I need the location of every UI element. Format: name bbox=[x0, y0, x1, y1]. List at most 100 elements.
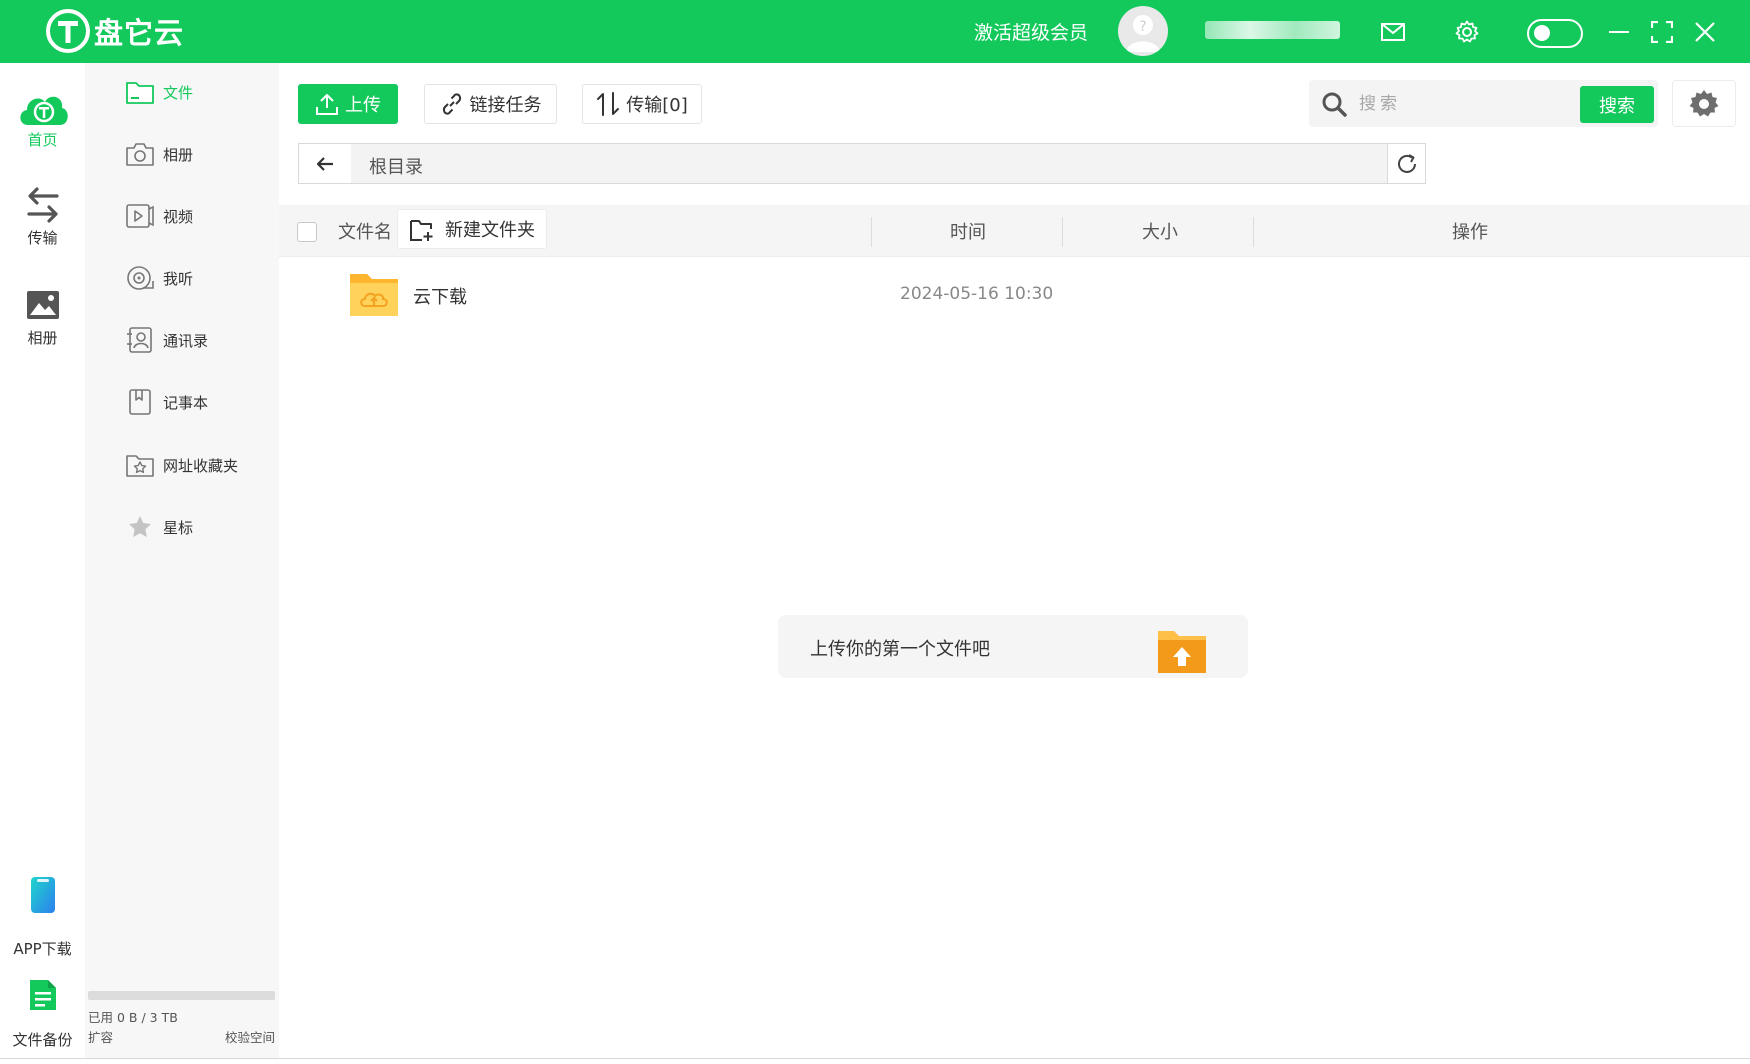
column-header-size[interactable]: 大小 bbox=[1142, 218, 1178, 244]
picture-icon bbox=[26, 291, 59, 319]
rail-label: 首页 bbox=[27, 131, 58, 149]
rail-item-file-backup[interactable]: 文件备份 bbox=[0, 973, 85, 1050]
column-header-time[interactable]: 时间 bbox=[950, 218, 986, 244]
sidebar-item-bookmarks[interactable]: 网址收藏夹 bbox=[125, 450, 238, 480]
new-folder-label: 新建文件夹 bbox=[445, 220, 535, 241]
search-icon bbox=[1322, 92, 1347, 117]
cloud-home-icon bbox=[19, 96, 68, 125]
sidebar-item-starred[interactable]: 星标 bbox=[125, 512, 193, 542]
select-all-checkbox[interactable] bbox=[297, 222, 317, 242]
bookmark-folder-icon bbox=[126, 455, 154, 477]
back-button[interactable] bbox=[299, 144, 351, 183]
view-settings-button[interactable] bbox=[1672, 80, 1736, 127]
sidebar-item-album[interactable]: 相册 bbox=[125, 139, 193, 169]
username-blurred bbox=[1205, 21, 1340, 39]
activate-vip-link[interactable]: 激活超级会员 bbox=[974, 18, 1088, 45]
audio-icon bbox=[127, 266, 154, 290]
file-table-header: 文件名 新建文件夹 时间 大小 操作 bbox=[279, 205, 1750, 257]
sidebar-item-label: 视频 bbox=[163, 207, 194, 226]
document-icon bbox=[29, 980, 56, 1010]
close-button[interactable] bbox=[1690, 17, 1720, 47]
file-name[interactable]: 云下载 bbox=[413, 283, 467, 309]
notebook-icon bbox=[129, 389, 151, 415]
upload-button[interactable]: 上传 bbox=[298, 84, 398, 124]
sidebar-item-notebook[interactable]: 记事本 bbox=[125, 387, 208, 417]
new-folder-icon bbox=[410, 220, 433, 241]
fullscreen-icon bbox=[1651, 21, 1673, 43]
new-folder-button[interactable]: 新建文件夹 bbox=[397, 209, 547, 249]
left-rail: 首页 传输 相册 APP下载 文件备份 bbox=[0, 63, 85, 1059]
sidebar-item-label: 网址收藏夹 bbox=[163, 456, 239, 475]
sidebar-item-label: 通讯录 bbox=[163, 331, 209, 350]
transfer-button[interactable]: 传输[0] bbox=[582, 84, 702, 124]
file-time: 2024-05-16 10:30 bbox=[900, 284, 1054, 304]
rail-item-transfer[interactable]: 传输 bbox=[0, 183, 85, 248]
upload-icon bbox=[316, 94, 338, 115]
logo-icon bbox=[46, 9, 90, 53]
column-divider bbox=[1253, 217, 1254, 247]
rail-item-album[interactable]: 相册 bbox=[0, 283, 85, 348]
sidebar-item-audio[interactable]: 我听 bbox=[125, 263, 193, 293]
sidebar-item-video[interactable]: 视频 bbox=[125, 201, 193, 231]
cloud-folder-icon bbox=[350, 274, 398, 316]
expand-storage-link[interactable]: 扩容 bbox=[88, 1027, 113, 1046]
link-task-label: 链接任务 bbox=[469, 95, 542, 116]
search-input[interactable] bbox=[1359, 89, 1579, 119]
contact-icon bbox=[127, 327, 152, 353]
column-header-name[interactable]: 文件名 bbox=[338, 218, 392, 244]
sidebar-item-label: 记事本 bbox=[163, 393, 209, 412]
rail-label: 文件备份 bbox=[12, 1031, 73, 1049]
link-task-button[interactable]: 链接任务 bbox=[424, 84, 557, 124]
minimize-button[interactable] bbox=[1604, 17, 1634, 47]
theme-toggle[interactable] bbox=[1527, 19, 1583, 48]
avatar[interactable]: ? bbox=[1118, 6, 1168, 56]
column-divider bbox=[1062, 217, 1063, 247]
link-icon bbox=[442, 93, 461, 115]
rail-label: 相册 bbox=[27, 329, 58, 347]
transfer-arrows-icon bbox=[26, 187, 59, 223]
maximize-button[interactable] bbox=[1647, 17, 1677, 47]
video-icon bbox=[126, 204, 154, 228]
rail-item-home[interactable]: 首页 bbox=[0, 85, 85, 150]
sidebar-item-label: 相册 bbox=[163, 145, 194, 164]
search-button[interactable]: 搜索 bbox=[1580, 86, 1654, 123]
sidebar-item-label: 文件 bbox=[163, 83, 194, 102]
current-path: 根目录 bbox=[369, 157, 423, 178]
transfer-updown-icon bbox=[597, 92, 620, 116]
title-bar: 盘它云 激活超级会员 ? bbox=[0, 0, 1750, 63]
folder-icon bbox=[126, 82, 154, 104]
app-logo: 盘它云 bbox=[46, 9, 184, 53]
table-row[interactable]: 云下载 2024-05-16 10:30 bbox=[279, 262, 1750, 328]
sidebar-item-label: 我听 bbox=[163, 269, 194, 288]
rail-label: 传输 bbox=[27, 229, 58, 247]
window-bottom-border bbox=[0, 1058, 1750, 1059]
rail-item-app-download[interactable]: APP下载 bbox=[0, 868, 85, 959]
svg-text:?: ? bbox=[1139, 19, 1146, 35]
settings-button[interactable] bbox=[1452, 17, 1482, 47]
arrow-left-icon bbox=[316, 156, 333, 171]
phone-icon bbox=[30, 877, 55, 913]
column-header-action: 操作 bbox=[1452, 222, 1488, 243]
app-name: 盘它云 bbox=[94, 16, 185, 50]
upload-first-file-tip[interactable]: 上传你的第一个文件吧 bbox=[778, 615, 1248, 678]
refresh-button[interactable] bbox=[1387, 144, 1425, 183]
default-avatar-icon: ? bbox=[1126, 15, 1160, 52]
tip-text: 上传你的第一个文件吧 bbox=[810, 639, 990, 660]
upload-label: 上传 bbox=[345, 95, 381, 116]
transfer-label: 传输[0] bbox=[626, 95, 688, 116]
gear-icon bbox=[1689, 89, 1719, 116]
mail-button[interactable] bbox=[1378, 17, 1408, 47]
sidebar-item-contacts[interactable]: 通讯录 bbox=[125, 325, 208, 355]
gear-icon bbox=[1455, 20, 1479, 43]
storage-progress-bar bbox=[88, 991, 275, 1000]
refresh-icon bbox=[1397, 153, 1416, 173]
minimize-icon bbox=[1609, 31, 1629, 33]
upload-folder-icon bbox=[1158, 631, 1206, 673]
star-icon bbox=[129, 516, 151, 537]
verify-space-link[interactable]: 校验空间 bbox=[225, 1027, 275, 1046]
category-sidebar: 文件 相册 视频 我听 通讯录 记事本 网址收藏夹 星标 已用 0 B / 3 … bbox=[85, 63, 279, 1059]
sidebar-item-files[interactable]: 文件 bbox=[125, 77, 193, 107]
rail-label: APP下载 bbox=[13, 940, 72, 958]
storage-used-text: 已用 0 B / 3 TB bbox=[88, 1010, 178, 1025]
camera-icon bbox=[126, 143, 154, 166]
